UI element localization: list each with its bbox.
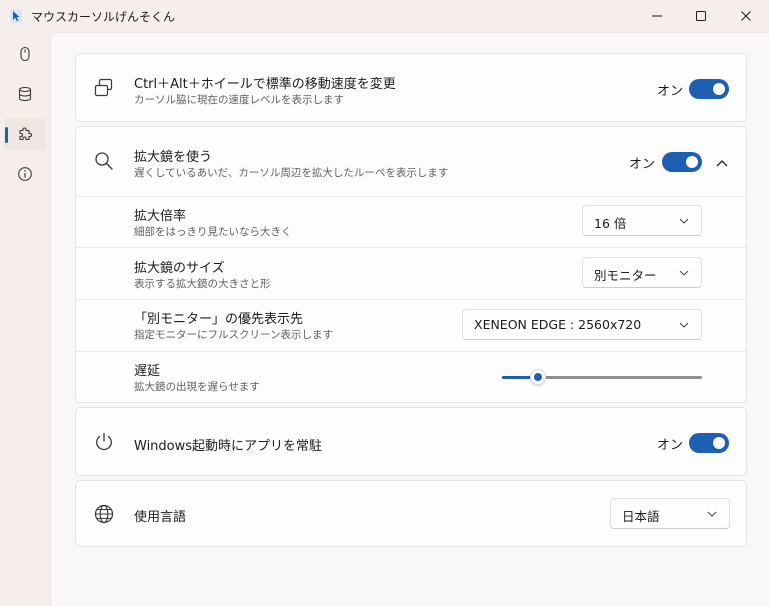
close-button[interactable] xyxy=(723,0,769,32)
monitor-description: 指定モニターにフルスクリーン表示します xyxy=(134,329,333,341)
windows-stack-icon xyxy=(93,77,115,99)
nav-item-extensions[interactable] xyxy=(4,118,46,150)
zoom-select-value: 16 倍 xyxy=(594,216,627,231)
toggle-knob xyxy=(713,83,725,95)
nav-item-mouse[interactable] xyxy=(4,38,46,70)
search-icon xyxy=(93,150,115,172)
globe-icon xyxy=(93,503,115,525)
settings-page: Ctrl＋Alt＋ホイールで標準の移動速度を変更 カーソル脇に現在の速度レベルを… xyxy=(50,32,769,606)
maximize-button[interactable] xyxy=(678,0,724,32)
toggle-state-label: オン xyxy=(629,157,656,172)
startup-toggle[interactable] xyxy=(689,433,729,453)
divider xyxy=(76,196,746,197)
chevron-down-icon xyxy=(679,322,689,328)
delay-title: 遅延 xyxy=(134,364,161,379)
size-description: 表示する拡大鏡の大きさと形 xyxy=(134,278,271,290)
chevron-down-icon xyxy=(707,511,717,517)
close-icon xyxy=(741,11,751,21)
power-icon xyxy=(93,431,115,453)
setting-description: カーソル脇に現在の速度レベルを表示します xyxy=(134,94,344,106)
language-select-value: 日本語 xyxy=(622,509,660,524)
collapse-button[interactable] xyxy=(711,152,733,174)
minimize-icon xyxy=(652,15,662,17)
info-icon xyxy=(18,167,32,181)
toggle-knob xyxy=(713,437,725,449)
language-setting-card: 使用言語 日本語 xyxy=(75,480,747,547)
magnifier-toggle[interactable] xyxy=(662,152,702,172)
speed-setting-card: Ctrl＋Alt＋ホイールで標準の移動速度を変更 カーソル脇に現在の速度レベルを… xyxy=(75,53,747,122)
toggle-state-label: オン xyxy=(657,84,684,99)
size-select[interactable]: 別モニター xyxy=(582,257,702,288)
monitor-title: 「別モニター」の優先表示先 xyxy=(134,312,304,327)
setting-title: Windows起動時にアプリを常駐 xyxy=(134,439,323,454)
startup-setting-card: Windows起動時にアプリを常駐 オン xyxy=(75,407,747,476)
zoom-title: 拡大倍率 xyxy=(134,209,187,224)
setting-title: 拡大鏡を使う xyxy=(134,150,213,165)
maximize-icon xyxy=(696,11,706,21)
chevron-up-icon xyxy=(716,160,728,167)
puzzle-icon xyxy=(19,127,32,141)
window-title: マウスカーソルげんそくん xyxy=(31,10,176,24)
chevron-down-icon xyxy=(679,270,689,276)
magnifier-setting-card: 拡大鏡を使う 遅くしているあいだ、カーソル周辺を拡大したルーペを表示します オン… xyxy=(75,126,747,403)
language-select[interactable]: 日本語 xyxy=(610,498,730,529)
toggle-knob xyxy=(686,156,698,168)
size-title: 拡大鏡のサイズ xyxy=(134,261,225,276)
speed-toggle[interactable] xyxy=(689,79,729,99)
toggle-state-label: オン xyxy=(657,438,684,453)
setting-description: 遅くしているあいだ、カーソル周辺を拡大したルーペを表示します xyxy=(134,167,449,179)
divider xyxy=(76,247,746,248)
side-nav xyxy=(0,32,50,606)
zoom-description: 細部をはっきり見たいなら大きく xyxy=(134,226,292,238)
size-select-value: 別モニター xyxy=(594,268,657,283)
delay-slider-thumb[interactable] xyxy=(530,369,546,385)
nav-item-about[interactable] xyxy=(4,158,46,190)
minimize-button[interactable] xyxy=(634,0,680,32)
title-bar: マウスカーソルげんそくん xyxy=(0,0,769,32)
zoom-select[interactable]: 16 倍 xyxy=(582,205,702,236)
divider xyxy=(76,351,746,352)
slider-thumb-dot xyxy=(534,373,542,381)
cursor-app-icon xyxy=(10,8,22,23)
monitor-select-value: XENEON EDGE : 2560x720 xyxy=(474,317,642,332)
database-icon xyxy=(18,86,32,102)
mouse-icon xyxy=(20,46,30,62)
delay-description: 拡大鏡の出現を遅らせます xyxy=(134,381,260,393)
setting-title: Ctrl＋Alt＋ホイールで標準の移動速度を変更 xyxy=(134,77,396,92)
chevron-down-icon xyxy=(679,218,689,224)
setting-title: 使用言語 xyxy=(134,510,187,525)
nav-item-database[interactable] xyxy=(4,78,46,110)
monitor-select[interactable]: XENEON EDGE : 2560x720 xyxy=(462,309,702,340)
selection-indicator xyxy=(5,127,8,143)
divider xyxy=(76,299,746,300)
